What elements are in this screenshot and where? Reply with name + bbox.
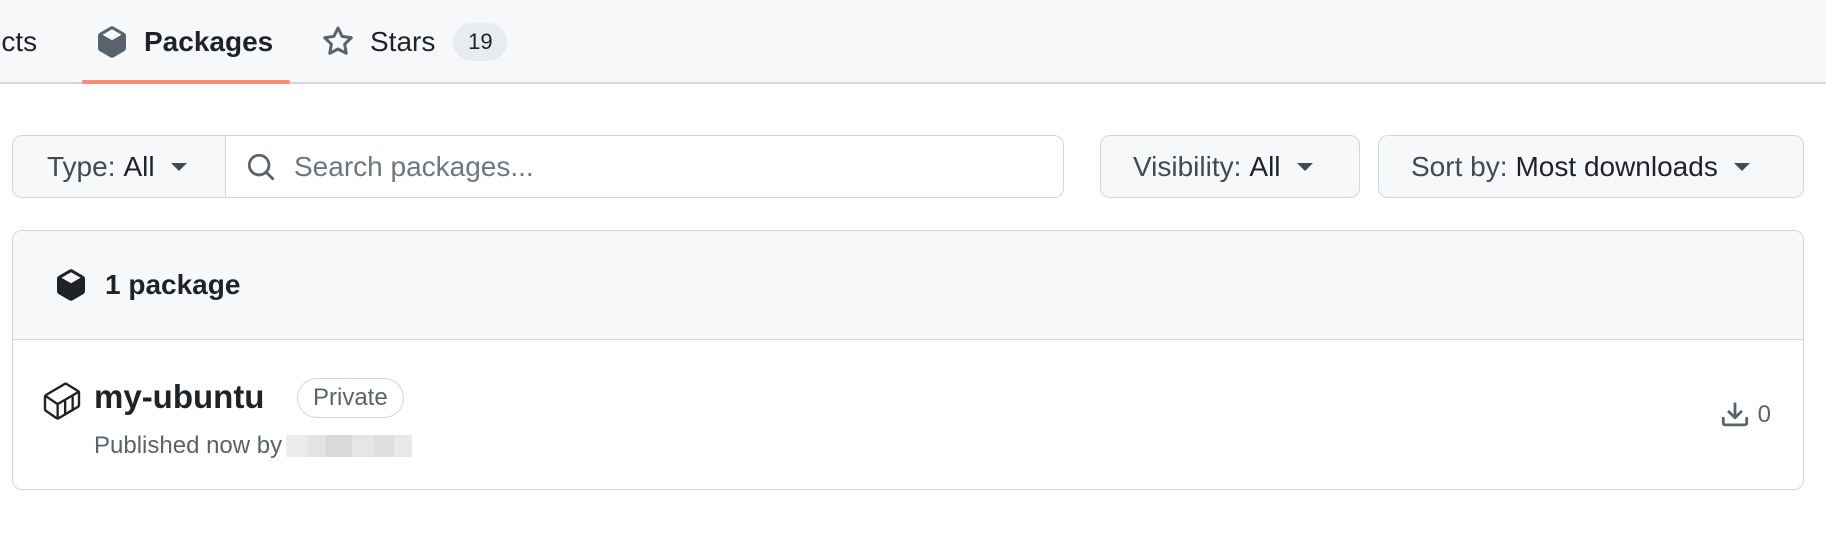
sort-value: Most downloads — [1515, 150, 1718, 182]
search-packages-field[interactable] — [226, 135, 1064, 198]
sort-button[interactable]: Sort by: Most downloads — [1378, 135, 1804, 198]
search-input[interactable] — [292, 149, 996, 184]
chevron-down-icon — [1296, 162, 1313, 171]
search-icon — [246, 152, 276, 182]
sort-label: Sort by: — [1411, 150, 1508, 182]
package-meta: Published now by — [94, 432, 413, 460]
visibility-badge: Private — [297, 378, 404, 418]
tab-stars[interactable]: Stars 19 — [322, 0, 508, 84]
visibility-filter-button[interactable]: Visibility: All — [1100, 135, 1360, 198]
visibility-filter-label: Visibility: — [1133, 150, 1242, 182]
package-count: 1 package — [105, 269, 241, 300]
chevron-down-icon — [1733, 162, 1750, 171]
list-item: my-ubuntu Private Published now by 0 — [13, 340, 1803, 489]
visibility-filter-value: All — [1249, 150, 1281, 182]
tab-stars-label: Stars — [370, 26, 436, 57]
package-icon — [96, 26, 128, 58]
type-filter-value: All — [123, 150, 155, 182]
package-name-link[interactable]: my-ubuntu — [94, 378, 264, 416]
download-count: 0 — [1720, 400, 1771, 430]
profile-tab-nav: Projects Packages Stars 19 — [0, 0, 1826, 84]
chevron-down-icon — [170, 162, 187, 171]
package-list: 1 package my-ubuntu Private Published no… — [12, 230, 1804, 490]
type-filter-label: Type: — [47, 150, 116, 182]
type-filter-button[interactable]: Type: All — [12, 135, 226, 198]
package-icon — [55, 269, 87, 301]
container-icon — [43, 382, 81, 420]
tab-packages-label: Packages — [144, 26, 274, 57]
published-text: Published now by — [94, 432, 283, 459]
active-tab-underline — [82, 80, 290, 84]
star-icon — [322, 26, 354, 58]
download-count-value: 0 — [1757, 401, 1771, 428]
tab-projects-label: Projects — [0, 26, 38, 57]
tab-packages[interactable]: Packages — [96, 0, 273, 84]
tab-projects[interactable]: Projects — [0, 0, 37, 84]
redacted-username — [286, 435, 413, 457]
stars-counter: 19 — [453, 23, 508, 61]
download-icon — [1720, 400, 1750, 430]
package-list-header: 1 package — [13, 231, 1803, 340]
